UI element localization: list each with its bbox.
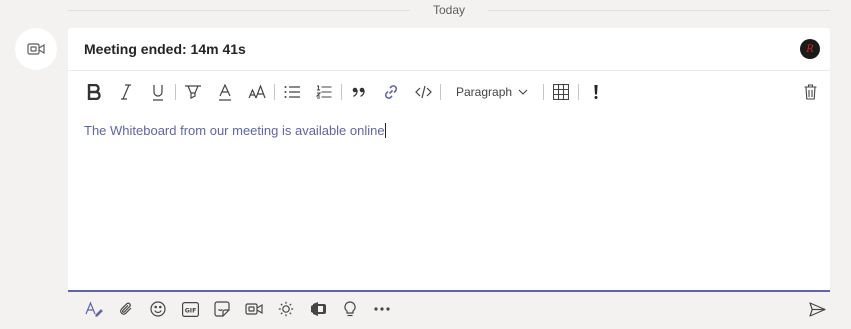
date-divider-label: Today — [432, 3, 466, 17]
bulleted-list-button[interactable] — [276, 78, 308, 106]
italic-button[interactable] — [110, 78, 142, 106]
delete-icon — [804, 84, 817, 100]
insert-table-button[interactable] — [545, 78, 577, 106]
meeting-ended-title: Meeting ended: 14m 41s — [84, 41, 246, 57]
idea-icon — [344, 301, 356, 317]
emoji-button[interactable] — [142, 295, 174, 323]
table-icon — [553, 84, 570, 100]
message-text: The Whiteboard from our meeting is avail… — [84, 123, 385, 138]
format-icon — [85, 301, 103, 317]
underline-button[interactable] — [142, 78, 174, 106]
font-color-icon — [218, 83, 232, 101]
divider-line-left — [68, 10, 410, 11]
font-size-icon — [248, 85, 266, 99]
emoji-icon — [150, 301, 166, 317]
stream-button[interactable] — [302, 295, 334, 323]
paragraph-style-dropdown[interactable]: Paragraph — [442, 78, 542, 106]
attach-button[interactable] — [110, 295, 142, 323]
quote-icon — [352, 87, 366, 97]
idea-button[interactable] — [334, 295, 366, 323]
font-color-button[interactable] — [209, 78, 241, 106]
toolbar-separator — [543, 84, 545, 100]
video-camera-icon — [27, 42, 45, 56]
stream-icon — [310, 301, 327, 317]
sticker-icon — [214, 301, 230, 317]
link-icon — [383, 84, 399, 100]
highlight-icon — [184, 84, 202, 100]
more-options-icon — [374, 307, 390, 311]
send-button[interactable] — [801, 295, 833, 323]
format-button[interactable] — [78, 295, 110, 323]
toolbar-separator — [440, 84, 441, 100]
gif-icon: GIF — [181, 301, 199, 317]
toolbar-separator — [274, 84, 275, 100]
important-icon — [594, 85, 598, 99]
compose-actions-bar: GIF — [68, 294, 851, 324]
gif-button[interactable]: GIF — [174, 295, 206, 323]
code-button[interactable] — [407, 78, 439, 106]
sticker-button[interactable] — [206, 295, 238, 323]
bulleted-list-icon — [284, 85, 300, 99]
meeting-avatar — [15, 28, 57, 70]
card-header: Meeting ended: 14m 41s R — [68, 28, 830, 71]
praise-button[interactable] — [270, 295, 302, 323]
date-divider: Today — [0, 0, 851, 22]
link-button[interactable] — [375, 78, 407, 106]
message-compose-card: Meeting ended: 14m 41s R Paragraph The W… — [68, 28, 830, 292]
attach-icon — [119, 301, 133, 317]
highlight-button[interactable] — [177, 78, 209, 106]
underline-icon — [151, 84, 165, 101]
user-avatar[interactable]: R — [800, 39, 820, 59]
toolbar-separator — [175, 84, 176, 100]
svg-text:GIF: GIF — [184, 307, 196, 314]
bold-button[interactable] — [78, 78, 110, 106]
paragraph-style-label: Paragraph — [456, 85, 513, 99]
mark-important-button[interactable] — [580, 78, 612, 106]
send-icon — [808, 301, 826, 317]
divider-line-right — [488, 10, 830, 11]
text-caret — [384, 123, 386, 138]
formatting-toolbar: Paragraph — [68, 71, 830, 113]
font-size-button[interactable] — [241, 78, 273, 106]
more-options-button[interactable] — [366, 295, 398, 323]
meet-now-button[interactable] — [238, 295, 270, 323]
discard-button[interactable] — [794, 78, 826, 106]
toolbar-separator — [578, 84, 580, 100]
praise-icon — [278, 301, 294, 317]
numbered-list-button[interactable] — [308, 78, 340, 106]
chevron-down-icon — [518, 89, 528, 95]
meet-now-icon — [245, 302, 263, 316]
code-icon — [414, 85, 432, 99]
numbered-list-icon — [316, 84, 332, 100]
user-avatar-initials: R — [806, 43, 814, 55]
italic-icon — [119, 84, 133, 100]
message-editor[interactable]: The Whiteboard from our meeting is avail… — [68, 113, 830, 148]
bold-icon — [87, 84, 101, 100]
toolbar-separator — [341, 84, 342, 100]
quote-button[interactable] — [343, 78, 375, 106]
